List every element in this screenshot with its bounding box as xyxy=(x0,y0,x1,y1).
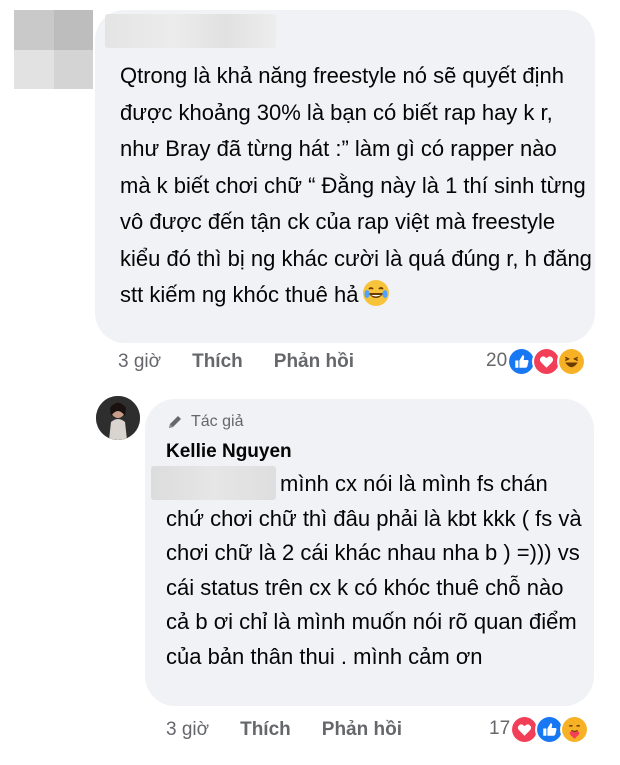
reply-actions: 3 giờ Thích Phản hồi xyxy=(166,716,433,744)
timestamp[interactable]: 3 giờ xyxy=(118,351,161,373)
reaction-summary[interactable]: 20 xyxy=(486,346,587,376)
comment-actions: 3 giờ Thích Phản hồi xyxy=(118,348,385,376)
commenter-name-redacted[interactable] xyxy=(105,14,276,48)
pen-icon xyxy=(169,416,181,428)
timestamp[interactable]: 3 giờ xyxy=(166,719,209,741)
comment-text: Qtrong là khả năng freestyle nó sẽ quyết… xyxy=(120,63,592,307)
commenter-avatar-blurred[interactable] xyxy=(14,10,93,89)
reply-button[interactable]: Phản hồi xyxy=(322,719,402,741)
like-button[interactable]: Thích xyxy=(192,351,243,373)
care-icon xyxy=(560,714,590,744)
reply-text: mình cx nói là mình fs chán chứ chơi chữ… xyxy=(166,471,582,669)
haha-icon xyxy=(557,346,587,376)
author-avatar[interactable] xyxy=(96,396,140,440)
reaction-count: 20 xyxy=(486,350,508,371)
reaction-summary[interactable]: 17 xyxy=(489,714,590,744)
reply-button[interactable]: Phản hồi xyxy=(274,351,354,373)
laughing-tears-emoji xyxy=(363,280,390,306)
author-badge: Tác giả xyxy=(166,413,243,431)
reaction-count: 17 xyxy=(489,718,511,739)
author-name[interactable]: Kellie Nguyen xyxy=(166,441,292,463)
like-button[interactable]: Thích xyxy=(240,719,291,741)
